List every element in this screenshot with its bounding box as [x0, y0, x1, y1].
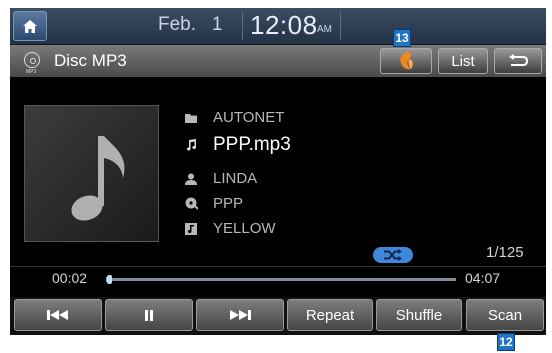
total-time: 04:07	[465, 270, 501, 286]
shuffle-icon	[384, 249, 402, 261]
return-arrow-icon	[509, 54, 529, 66]
date-day: 1	[211, 14, 223, 35]
pause-icon	[145, 309, 153, 321]
artist-name: LINDA	[213, 170, 258, 187]
track-position: 1/125	[486, 244, 524, 261]
date-month: Feb.	[158, 14, 197, 35]
folder-row: AUTONET	[183, 109, 284, 126]
disc-icon	[24, 52, 40, 68]
song-title-icon	[183, 221, 199, 237]
artist-row: LINDA	[183, 170, 257, 187]
title-row: YELLOW	[183, 220, 276, 237]
scan-button-label: Scan	[487, 306, 523, 324]
elapsed-time: 00:02	[52, 270, 88, 286]
progress-bar[interactable]	[106, 275, 456, 284]
sound-effect-icon	[400, 52, 413, 70]
album-name: PPP	[213, 195, 244, 212]
artist-icon	[183, 171, 199, 187]
progress-knob[interactable]	[107, 275, 112, 284]
status-separator	[340, 12, 341, 40]
date-display: Feb. 1	[158, 14, 222, 36]
disc-icon-sub-label: MP3	[26, 69, 37, 75]
home-button[interactable]	[13, 11, 47, 41]
sound-effect-button[interactable]	[380, 48, 432, 74]
shuffle-button-label: Shuffle	[395, 306, 443, 324]
song-title: YELLOW	[213, 220, 276, 237]
playback-controls: Repeat Shuffle Scan	[10, 297, 546, 335]
next-track-button[interactable]	[196, 299, 284, 331]
file-name: PPP.mp3	[213, 134, 291, 155]
skip-forward-icon	[230, 310, 251, 320]
skip-back-icon	[47, 310, 68, 320]
back-button[interactable]	[494, 48, 542, 74]
shuffle-indicator	[373, 247, 413, 263]
file-row: PPP.mp3	[183, 134, 291, 156]
status-separator	[242, 12, 243, 40]
repeat-button[interactable]: Repeat	[287, 299, 373, 331]
music-note-icon	[71, 136, 125, 221]
source-label: Disc MP3	[54, 51, 127, 70]
head-unit-display: Feb. 1 12:08 AM MP3 Disc MP3 List AUTONE…	[10, 8, 546, 335]
album-row: PPP	[183, 195, 243, 212]
repeat-button-label: Repeat	[305, 306, 355, 324]
album-art-placeholder	[24, 105, 159, 242]
scan-callout-badge: 12	[497, 333, 515, 351]
clock-time: 12:08	[250, 10, 318, 40]
music-file-icon	[183, 137, 199, 153]
clock-ampm: AM	[317, 24, 332, 35]
folder-name: AUTONET	[213, 109, 285, 126]
pause-button[interactable]	[105, 299, 193, 331]
folder-icon	[183, 110, 199, 126]
status-bar: Feb. 1 12:08 AM	[10, 8, 546, 45]
screen: Feb. 1 12:08 AM MP3 Disc MP3 List AUTONE…	[0, 0, 552, 353]
list-button-label: List	[451, 52, 475, 70]
sound-effect-callout-badge: 13	[393, 29, 411, 47]
previous-track-button[interactable]	[14, 299, 102, 331]
album-disc-icon	[183, 196, 199, 212]
home-icon	[23, 19, 37, 33]
source-header: MP3 Disc MP3 List	[10, 45, 546, 77]
divider	[10, 266, 546, 267]
list-button[interactable]: List	[438, 48, 488, 74]
shuffle-button[interactable]: Shuffle	[376, 299, 462, 331]
scan-button[interactable]: Scan	[466, 299, 544, 331]
